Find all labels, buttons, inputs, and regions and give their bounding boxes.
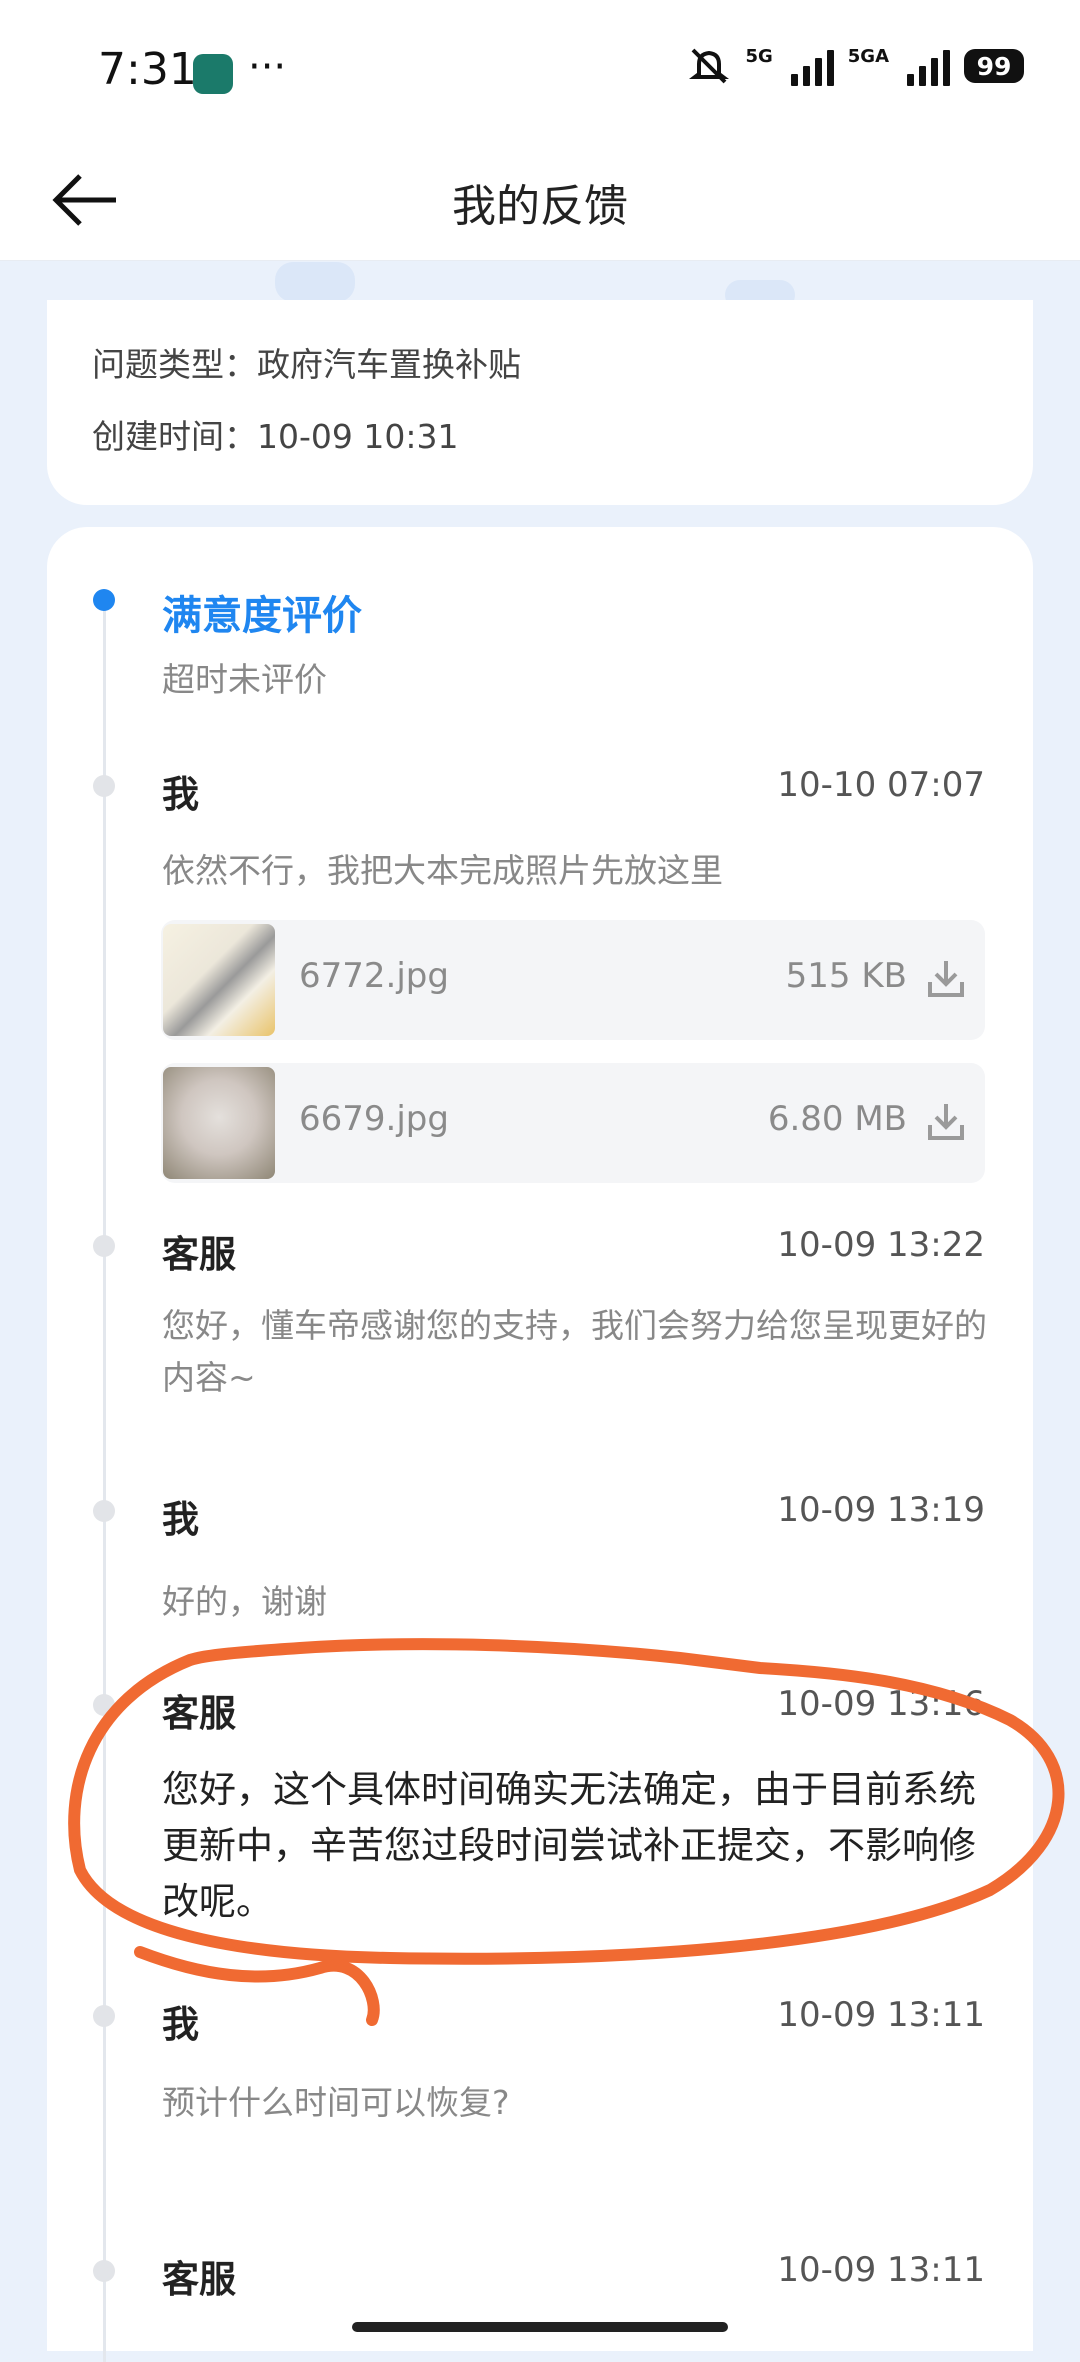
attachment-item[interactable]: 6679.jpg 6.80 MB [161, 1063, 985, 1183]
message-time: 10-09 13:16 [777, 1684, 985, 1724]
network-label-5g: 5G [745, 46, 773, 67]
timeline-dot [93, 1694, 115, 1716]
attachment-filename: 6679.jpg [299, 1099, 449, 1139]
message-time: 10-09 13:22 [777, 1225, 985, 1265]
attachment-thumbnail [163, 924, 275, 1036]
satisfaction-title[interactable]: 满意度评价 [162, 583, 362, 641]
timeline-dot [93, 1235, 115, 1257]
created-time: 创建时间：10-09 10:31 [92, 417, 459, 456]
signal-icon [790, 46, 834, 86]
sender-name: 我 [162, 2003, 199, 2046]
message-time: 10-09 13:11 [777, 1995, 985, 2035]
timeline-dot-active [93, 589, 115, 611]
attachment-thumbnail [163, 1067, 275, 1179]
message-time: 10-10 07:07 [777, 765, 985, 805]
signal-icon-2 [907, 46, 950, 86]
timeline-dot [93, 775, 115, 797]
message-text: 预计什么时间可以恢复? [162, 2083, 510, 2122]
download-icon[interactable] [927, 958, 965, 998]
sender-name: 客服 [162, 1233, 236, 1276]
download-icon[interactable] [927, 1101, 965, 1141]
timeline-dot [93, 2005, 115, 2027]
attachment-item[interactable]: 6772.jpg 515 KB [161, 920, 985, 1040]
page-title: 我的反馈 [452, 181, 628, 232]
mute-icon [689, 48, 730, 84]
nav-header: 我的反馈 [0, 140, 1080, 261]
home-indicator[interactable] [352, 2322, 728, 2332]
timeline-dot [93, 2260, 115, 2282]
sender-name: 客服 [162, 1692, 236, 1735]
ticket-info-card: 问题类型：政府汽车置换补贴 创建时间：10-09 10:31 [47, 300, 1033, 505]
sender-name: 客服 [162, 2258, 236, 2301]
status-time: 7:31 [98, 44, 197, 95]
message-text: 依然不行，我把大本完成照片先放这里 [162, 851, 723, 890]
attachment-size: 6.80 MB [767, 1099, 907, 1139]
timeline-line [103, 602, 106, 2362]
status-bar: 7:31 ··· 5G 5GA 99 [0, 0, 1080, 140]
problem-type: 问题类型：政府汽车置换补贴 [92, 345, 521, 384]
attachment-size: 515 KB [785, 956, 907, 996]
battery-icon: 99 [964, 49, 1024, 83]
background-decoration [275, 262, 355, 302]
app-notification-icon [193, 54, 233, 94]
message-text: 您好，这个具体时间确实无法确定，由于目前系统更新中，辛苦您过段时间尝试补正提交，… [162, 1768, 976, 1923]
sender-name: 我 [162, 773, 199, 816]
message-time: 10-09 13:11 [777, 2250, 985, 2290]
message-text: 好的，谢谢 [162, 1582, 327, 1621]
timeline-dot [93, 1500, 115, 1522]
feedback-timeline-card: 满意度评价 超时未评价 我 10-10 07:07 依然不行，我把大本完成照片先… [47, 527, 1033, 2362]
sender-name: 我 [162, 1498, 199, 1541]
more-notifications-icon: ··· [248, 44, 287, 90]
message-text: 您好，懂车帝感谢您的支持，我们会努力给您呈现更好的内容~ [162, 1306, 987, 1397]
attachment-filename: 6772.jpg [299, 956, 449, 996]
message-time: 10-09 13:19 [777, 1490, 985, 1530]
network-label-5ga: 5GA [847, 46, 889, 67]
satisfaction-status: 超时未评价 [162, 660, 327, 699]
